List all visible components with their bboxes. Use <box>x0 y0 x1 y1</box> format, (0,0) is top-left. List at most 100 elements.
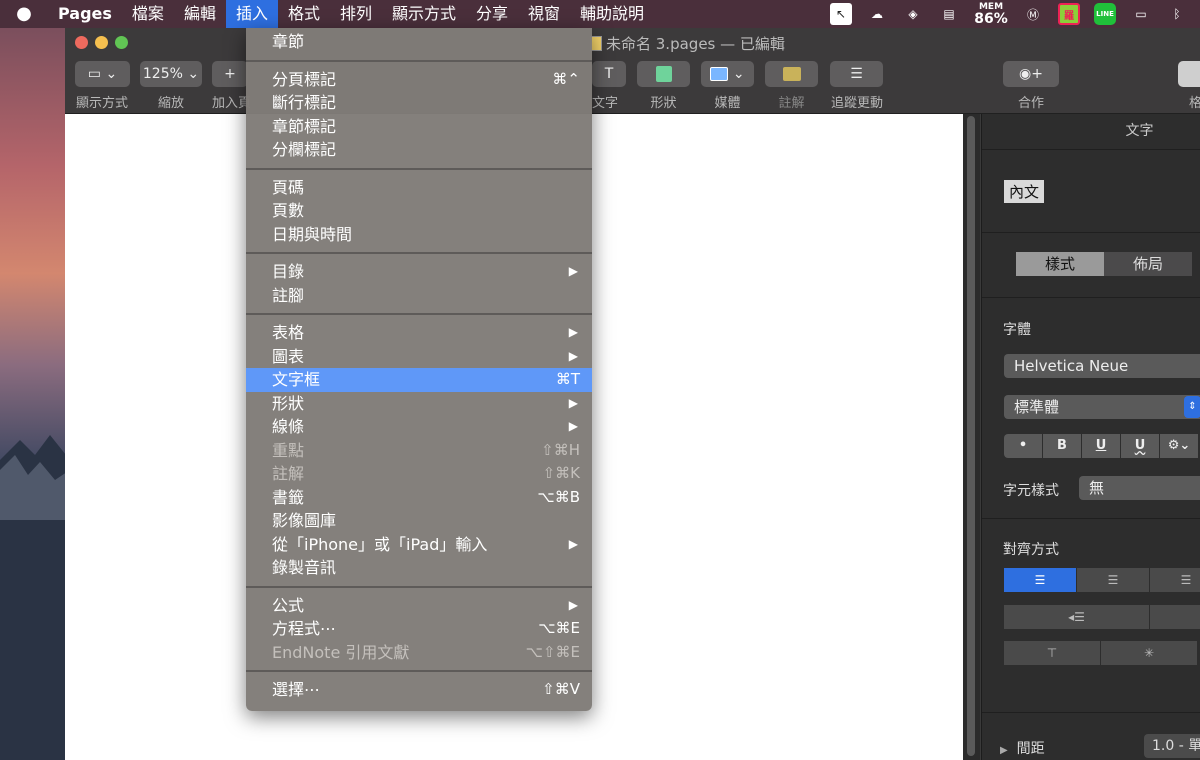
menu-item[interactable]: 文字框 ⌘T <box>246 368 592 392</box>
airplay-icon[interactable]: ▭ <box>1130 3 1152 25</box>
decrease-indent-icon[interactable]: ◂☰ <box>1004 605 1149 629</box>
menu-separator <box>246 162 592 176</box>
align-right-icon[interactable]: ☰ <box>1150 568 1200 592</box>
menu-item[interactable]: 形狀 ▶ <box>246 392 592 416</box>
image-icon <box>710 67 729 81</box>
gear-icon[interactable]: ⚙⌄ <box>1160 434 1198 458</box>
menu-item[interactable]: 目錄 ▶ <box>246 260 592 284</box>
menu-item[interactable]: 從「iPhone」或「iPad」輸入 ▶ <box>246 533 592 557</box>
menu-item[interactable]: 頁數 <box>246 199 592 223</box>
divider <box>982 232 1200 233</box>
alignment-label: 對齊方式 <box>1003 542 1059 558</box>
menu-separator <box>246 54 592 68</box>
menu-item[interactable]: 影像圖庫 <box>246 509 592 533</box>
menu-item[interactable]: 線條 ▶ <box>246 415 592 439</box>
shape-label: 形狀 <box>650 96 677 111</box>
menu-item-label: EndNote 引用文獻 <box>272 642 410 662</box>
menu-item[interactable]: 章節 <box>246 30 592 54</box>
menubar-item[interactable]: 排列 <box>330 0 382 28</box>
apple-menu-icon[interactable]: ● <box>0 0 48 28</box>
bullet-button[interactable]: • <box>1004 434 1042 458</box>
menu-item[interactable]: 分欄標記 <box>246 138 592 162</box>
character-style-select[interactable]: 無 <box>1079 476 1200 500</box>
format-button[interactable] <box>1178 61 1200 87</box>
fullscreen-window-button[interactable] <box>115 36 128 49</box>
spacing-disclosure[interactable]: ▶ 間距 <box>1000 738 1045 758</box>
add-page-button[interactable]: + <box>212 61 248 87</box>
media-label: 媒體 <box>714 96 741 111</box>
font-family-select[interactable]: Helvetica Neue <box>1004 354 1200 378</box>
menu-item[interactable]: 圖表 ▶ <box>246 345 592 369</box>
menu-item[interactable]: 表格 ▶ <box>246 321 592 345</box>
media-button[interactable]: ⌄ <box>701 61 754 87</box>
clipboard-icon[interactable]: ▤ <box>938 3 960 25</box>
menu-item-label: 斷行標記 <box>272 93 337 112</box>
menu-item[interactable]: 選擇⋯ ⇧⌘V <box>246 678 592 702</box>
vertical-scrollbar[interactable] <box>963 114 980 760</box>
bold-button[interactable]: B <box>1043 434 1081 458</box>
menu-item: 註解 ⇧⌘K <box>246 462 592 486</box>
format-label: 格 <box>1189 96 1200 111</box>
menubar-item[interactable]: 檔案 <box>122 0 174 28</box>
align-center-icon[interactable]: ☰ <box>1077 568 1149 592</box>
increase-indent-icon[interactable] <box>1150 605 1200 629</box>
text-box-button[interactable]: T <box>592 61 626 87</box>
collaborate-button[interactable]: ◉+ <box>1003 61 1059 87</box>
scrollbar-thumb[interactable] <box>967 116 975 756</box>
submenu-arrow-icon: ▶ <box>568 264 578 278</box>
menu-item[interactable]: 日期與時間 <box>246 223 592 247</box>
menu-item-shortcut: ⇧⌘H <box>541 440 580 459</box>
menu-item-label: 影像圖庫 <box>272 511 337 530</box>
view-button[interactable]: ▭ ⌄ <box>75 61 130 87</box>
shape-button[interactable] <box>637 61 690 87</box>
menu-item[interactable]: 分頁標記 ⌘⌃ <box>246 68 592 92</box>
font-typeface-select[interactable]: 標準體 ⇕ <box>1004 395 1200 419</box>
menu-item[interactable]: 公式 ▶ <box>246 594 592 618</box>
menubar-item[interactable]: 分享 <box>466 0 518 28</box>
align-middle-icon[interactable]: ✳ <box>1101 641 1197 665</box>
menu-item-label: 註解 <box>272 464 305 483</box>
line-app-icon[interactable]: LINE <box>1094 3 1116 25</box>
menubar-item[interactable]: 編輯 <box>174 0 226 28</box>
menu-item[interactable]: 方程式⋯ ⌥⌘E <box>246 617 592 641</box>
messenger-icon[interactable]: Ⓜ <box>1022 3 1044 25</box>
comment-button[interactable] <box>765 61 818 87</box>
menubar-item[interactable]: 顯示方式 <box>382 0 466 28</box>
cursor-tool-icon[interactable]: ↖ <box>830 3 852 25</box>
memory-monitor[interactable]: MEM 86% <box>974 2 1008 26</box>
menu-item-label: 書籤 <box>272 487 305 507</box>
align-left-icon[interactable]: ☰ <box>1004 568 1076 592</box>
menu-bar: ● Pages 檔案 編輯 插入 格式 排列 顯示方式 分享 視窗 輔助說明 ↖ ☁ ◈ ▤ M… <box>0 0 1200 28</box>
minimize-window-button[interactable] <box>95 36 108 49</box>
app-menu-pages[interactable]: Pages <box>48 0 122 28</box>
menu-item-label: 從「iPhone」或「iPad」輸入 <box>272 534 488 554</box>
menubar-item[interactable]: 視窗 <box>518 0 570 28</box>
double-underline-button[interactable]: U <box>1121 434 1159 458</box>
track-changes-button[interactable]: ☰ <box>830 61 883 87</box>
bluetooth-icon[interactable]: ᛒ <box>1166 3 1188 25</box>
zoom-dropdown[interactable]: 125% ⌄ <box>140 61 202 87</box>
menu-item[interactable]: 章節標記 <box>246 115 592 139</box>
dropbox-icon[interactable]: ◈ <box>902 3 924 25</box>
tab-style[interactable]: 樣式 <box>1016 252 1104 276</box>
horizontal-alignment: ☰ ☰ ☰ <box>1004 568 1200 592</box>
menubar-item[interactable]: 輔助說明 <box>570 0 654 28</box>
chevron-down-icon: ⌄ <box>187 66 200 82</box>
menubar-item[interactable]: 格式 <box>278 0 330 28</box>
underline-button[interactable]: U <box>1082 434 1120 458</box>
menubar-item[interactable]: 插入 <box>225 0 278 28</box>
align-top-icon[interactable]: ⊤ <box>1004 641 1100 665</box>
tab-layout[interactable]: 佈局 <box>1104 252 1192 276</box>
close-window-button[interactable] <box>75 36 88 49</box>
menu-item[interactable]: 錄製音訊 <box>246 556 592 580</box>
creative-cloud-icon[interactable]: ☁ <box>866 3 888 25</box>
input-method-icon[interactable]: 羅 <box>1058 3 1080 25</box>
paragraph-style-button[interactable]: 內文 <box>1004 180 1045 203</box>
menu-item[interactable]: 頁碼 <box>246 176 592 200</box>
submenu-arrow-icon: ▶ <box>568 536 578 551</box>
collaborate-label: 合作 <box>1017 96 1044 111</box>
menu-item[interactable]: 註腳 <box>246 284 592 308</box>
menu-item[interactable]: 斷行標記 <box>246 91 592 115</box>
line-spacing-select[interactable]: 1.0 - 單行 <box>1144 734 1200 758</box>
menu-item[interactable]: 書籤 ⌥⌘B <box>246 486 592 510</box>
